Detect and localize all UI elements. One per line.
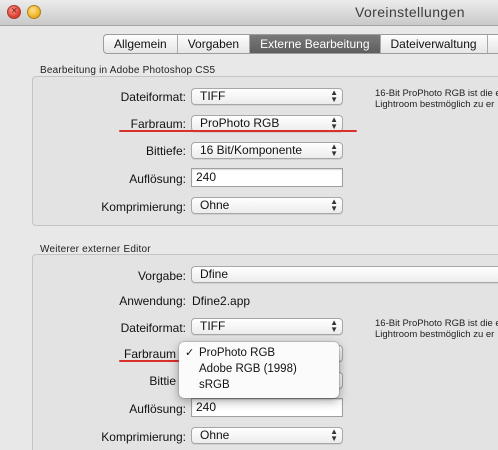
ext-application-label: Anwendung:: [119, 294, 186, 308]
ps-file-format-label: Dateiformat:: [120, 90, 186, 104]
color-space-menu: ✓ ProPhoto RGB Adobe RGB (1998) sRGB: [179, 342, 339, 398]
ext-preset-value: Dfine: [200, 267, 229, 281]
minimize-window-button[interactable]: [27, 5, 41, 19]
ext-color-space-label: Farbraum: [123, 347, 176, 361]
ext-application-value: Dfine2.app: [192, 294, 251, 308]
close-icon: ×: [11, 5, 18, 17]
ps-compression-select[interactable]: Ohne ▲ ▼: [191, 197, 343, 214]
ps-file-format-value: TIFF: [200, 89, 226, 103]
photoshop-section-title: Bearbeitung in Adobe Photoshop CS5: [40, 65, 216, 76]
ext-info-note-line1: 16-Bit ProPhoto RGB ist die e: [375, 318, 498, 329]
chevron-updown-icon: ▲ ▼: [330, 88, 338, 104]
chevron-updown-icon: ▲ ▼: [330, 318, 338, 334]
chevron-updown-icon: ▲ ▼: [330, 427, 338, 443]
chevron-updown-icon: ▲ ▼: [330, 197, 338, 213]
title-bar: × Voreinstellungen: [0, 0, 498, 26]
ext-file-format-value: TIFF: [200, 319, 226, 333]
ps-compression-label: Komprimierung:: [101, 200, 186, 214]
menu-item-label: Adobe RGB (1998): [199, 363, 297, 375]
tab-general[interactable]: Allgemein: [104, 35, 178, 53]
ps-color-space-value: ProPhoto RGB: [200, 116, 280, 130]
close-window-button[interactable]: ×: [7, 5, 21, 19]
ext-preset-select[interactable]: Dfine: [191, 266, 498, 283]
ps-compression-value: Ohne: [200, 198, 230, 212]
ps-bit-depth-label: Bittiefe:: [145, 144, 186, 158]
chevron-updown-icon: ▲ ▼: [330, 142, 338, 158]
menu-item-prophoto-rgb[interactable]: ✓ ProPhoto RGB: [179, 345, 339, 361]
menu-item-adobe-rgb[interactable]: Adobe RGB (1998): [179, 361, 339, 377]
annotation-underline: [119, 130, 357, 132]
ext-compression-select[interactable]: Ohne ▲ ▼: [191, 427, 343, 444]
ext-file-format-label: Dateiformat:: [120, 321, 186, 335]
menu-item-srgb[interactable]: sRGB: [179, 377, 339, 393]
ext-resolution-field[interactable]: 240: [191, 398, 343, 417]
ps-info-note-line1: 16-Bit ProPhoto RGB ist die e: [375, 88, 498, 99]
tab-more[interactable]: B: [488, 35, 498, 53]
checkmark-icon: ✓: [185, 347, 195, 359]
ext-preset-label: Vorgabe:: [137, 269, 186, 283]
menu-item-label: sRGB: [199, 379, 230, 391]
tab-bar: Allgemein Vorgaben Externe Bearbeitung D…: [103, 34, 498, 54]
ext-compression-label: Komprimierung:: [101, 430, 186, 444]
ps-color-space-label: Farbraum:: [130, 117, 186, 131]
tab-external-editing[interactable]: Externe Bearbeitung: [250, 35, 381, 53]
ext-compression-value: Ohne: [200, 428, 230, 442]
ps-file-format-select[interactable]: TIFF ▲ ▼: [191, 88, 343, 105]
menu-item-label: ProPhoto RGB: [199, 347, 276, 359]
ext-resolution-label: Auflösung:: [129, 402, 186, 416]
ext-file-format-select[interactable]: TIFF ▲ ▼: [191, 318, 343, 335]
ps-bit-depth-value: 16 Bit/Komponente: [200, 143, 303, 157]
ps-bit-depth-select[interactable]: 16 Bit/Komponente ▲ ▼: [191, 142, 343, 159]
ps-resolution-label: Auflösung:: [129, 172, 186, 186]
ext-bit-depth-label: Bittie: [149, 374, 176, 388]
ps-resolution-field[interactable]: 240: [191, 168, 343, 187]
window-title: Voreinstellungen: [355, 4, 465, 20]
chevron-updown-icon: ▲ ▼: [330, 115, 338, 131]
tab-file-handling[interactable]: Dateiverwaltung: [381, 35, 488, 53]
ext-info-note-line2: Lightroom bestmöglich zu er: [375, 329, 495, 340]
annotation-underline: [119, 360, 179, 362]
ps-info-note-line2: Lightroom bestmöglich zu er: [375, 99, 495, 110]
tab-presets[interactable]: Vorgaben: [178, 35, 251, 53]
